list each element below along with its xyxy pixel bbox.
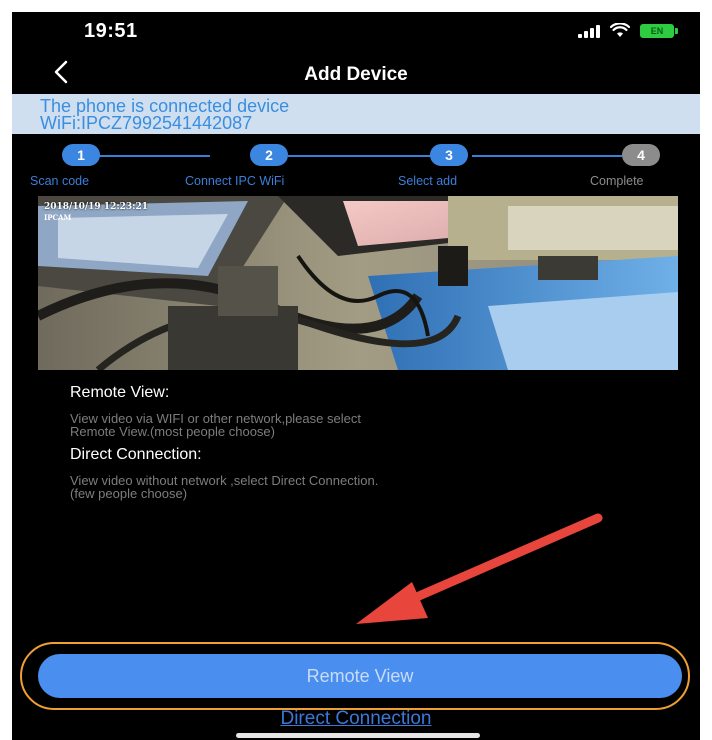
step-3-label: Select add: [398, 174, 458, 188]
direct-connection-link[interactable]: Direct Connection: [12, 708, 700, 730]
step-1-circle: 1: [62, 144, 100, 166]
step-connector: [288, 155, 432, 157]
camera-preview: 2018/10/19 12:23:21 IPCAM: [38, 196, 678, 370]
camera-feed-image: [38, 196, 678, 370]
nav-bar: Add Device: [12, 50, 700, 94]
status-bar: 19:51 EN: [12, 12, 700, 48]
remote-view-button[interactable]: Remote View: [38, 654, 682, 698]
home-indicator: [236, 733, 480, 738]
step-2-label: Connect IPC WiFi: [185, 174, 285, 188]
step-4-label: Complete: [590, 174, 644, 188]
step-1-label: Scan code: [30, 174, 90, 188]
remote-view-description-line2: Remote View.(most people choose): [70, 424, 275, 439]
remote-view-heading: Remote View:: [70, 384, 170, 401]
step-3-circle: 3: [430, 144, 468, 166]
page-title: Add Device: [304, 64, 408, 85]
step-4-circle: 4: [622, 144, 660, 166]
direct-connection-heading: Direct Connection:: [70, 446, 202, 463]
step-connector: [472, 155, 622, 157]
progress-stepper: 1 2 3 4 Scan code Connect IPC WiFi Selec…: [12, 134, 700, 196]
wifi-icon: [610, 23, 630, 37]
direct-connection-description-line2: (few people choose): [70, 486, 188, 501]
connection-banner: The phone is connected device WiFi:IPCZ7…: [12, 94, 700, 134]
status-time: 19:51: [84, 20, 138, 42]
step-2-circle: 2: [250, 144, 288, 166]
camera-name-label: IPCAM: [44, 213, 72, 222]
connection-wifi-text: WiFi:IPCZ7992541442087: [40, 113, 253, 133]
battery-icon: EN: [640, 24, 678, 38]
camera-timestamp: 2018/10/19 12:23:21: [44, 202, 149, 212]
red-arrow-icon: [356, 513, 603, 624]
signal-icon: [578, 24, 600, 38]
phone-screen: 19:51 EN Add Device The phone is connect…: [12, 12, 700, 740]
status-icons: EN: [578, 22, 678, 38]
